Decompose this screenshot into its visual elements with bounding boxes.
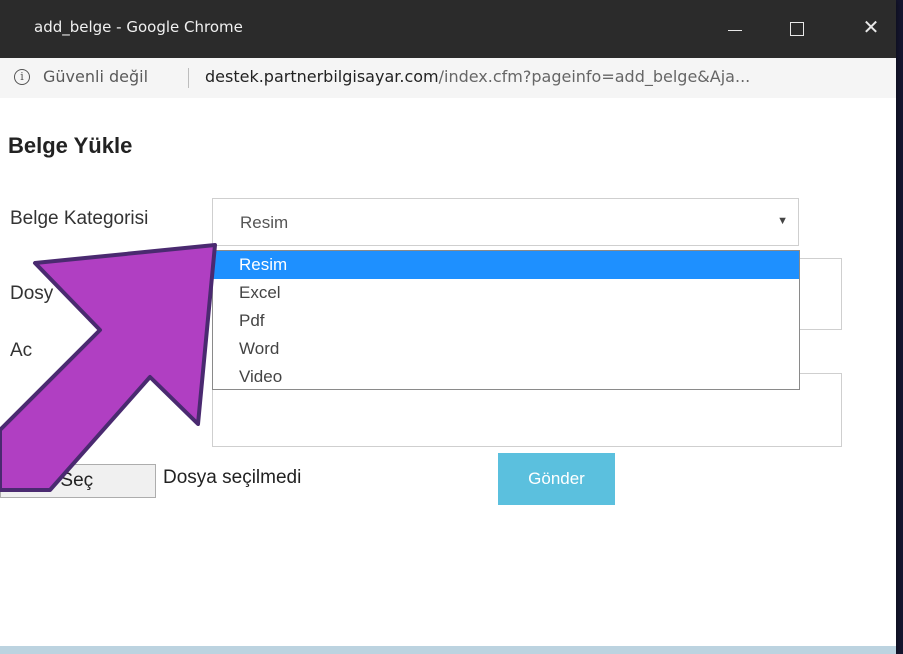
window-bottom-edge [0, 646, 896, 654]
close-icon: ✕ [862, 17, 880, 39]
url-path: /index.cfm?pageinfo=add_belge&Aja... [438, 67, 751, 86]
option-excel[interactable]: Excel [213, 279, 799, 307]
browser-popup-window: add_belge - Google Chrome ✕ i Güvenli de… [0, 0, 896, 654]
address-separator [188, 68, 189, 88]
category-dropdown-list[interactable]: Resim Excel Pdf Word Video [212, 250, 800, 390]
option-video[interactable]: Video [213, 363, 799, 391]
maximize-button[interactable] [776, 10, 818, 46]
url-text[interactable]: destek.partnerbilgisayar.com/index.cfm?p… [205, 67, 750, 86]
page-content: Belge Yükle Belge Kategorisi Dosy Ac Res… [0, 98, 896, 654]
category-label: Belge Kategorisi [10, 208, 149, 229]
choose-file-button[interactable]: osya Seç [0, 464, 156, 498]
option-word[interactable]: Word [213, 335, 799, 363]
category-select-value: Resim [240, 213, 289, 232]
minimize-button[interactable] [714, 10, 756, 46]
maximize-icon [790, 22, 804, 36]
option-resim[interactable]: Resim [213, 251, 799, 279]
submit-button[interactable]: Gönder [498, 453, 615, 505]
page-title: Belge Yükle [8, 133, 133, 158]
security-status[interactable]: Güvenli değil [43, 67, 148, 86]
caret-down-icon: ▼ [777, 215, 788, 227]
minimize-icon [728, 30, 742, 31]
title-bar: add_belge - Google Chrome ✕ [0, 0, 896, 58]
close-button[interactable]: ✕ [850, 10, 892, 46]
info-circle-icon[interactable]: i [14, 69, 30, 85]
option-pdf[interactable]: Pdf [213, 307, 799, 335]
category-select[interactable]: Resim ▼ [212, 198, 799, 246]
file-name-label: Dosy [10, 283, 54, 304]
address-bar[interactable]: i Güvenli değil destek.partnerbilgisayar… [0, 58, 896, 99]
description-label: Ac [10, 340, 33, 361]
url-host: destek.partnerbilgisayar.com [205, 67, 439, 86]
window-title: add_belge - Google Chrome [34, 18, 243, 36]
file-status-text: Dosya seçilmedi [163, 467, 302, 488]
